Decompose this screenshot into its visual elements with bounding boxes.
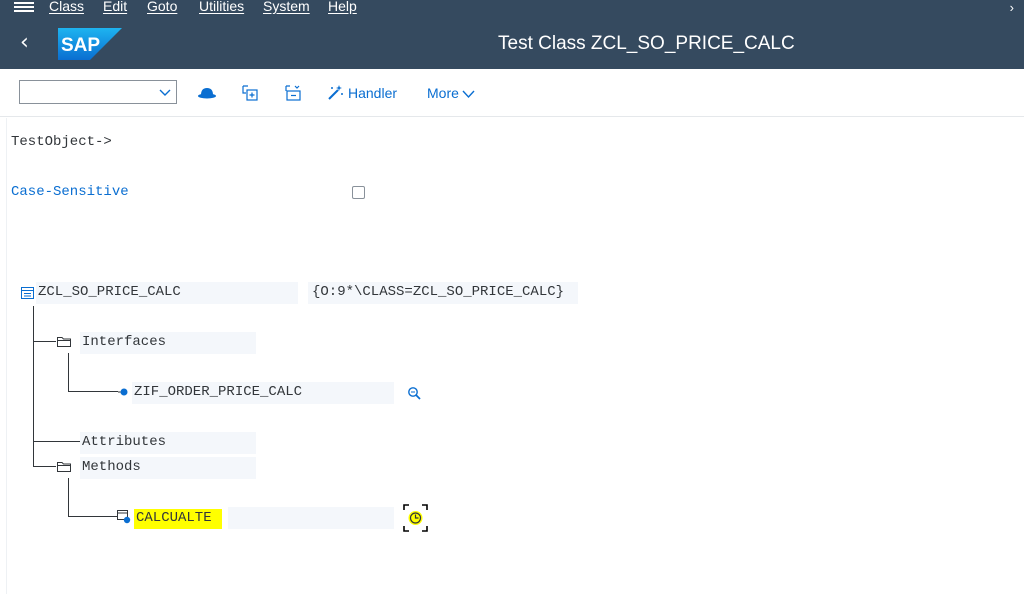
magic-wand-icon <box>328 85 343 100</box>
more-label: More <box>427 85 459 101</box>
svg-text:SAP: SAP <box>61 35 100 56</box>
chevron-down-icon[interactable] <box>158 85 172 99</box>
tree-root-ref: {O:9*\CLASS=ZCL_SO_PRICE_CALC} <box>312 284 565 300</box>
chevron-down-icon <box>462 90 475 99</box>
test-object-label: TestObject-> <box>11 134 112 150</box>
tree-attributes-label[interactable]: Attributes <box>82 434 166 450</box>
chevron-right-icon[interactable]: › <box>1010 0 1014 15</box>
hat-icon[interactable] <box>197 83 217 103</box>
folder-icon[interactable] <box>57 461 71 472</box>
tree-node-row <box>228 507 394 529</box>
content-area: TestObject-> Case-Sensitive ZCL_SO_PRICE… <box>0 118 1024 594</box>
tree-connector <box>33 441 81 442</box>
menu-bar: Class Edit Goto Utilities System Help › <box>0 0 1024 17</box>
tree-connector <box>68 478 69 517</box>
menu-goto[interactable]: Goto <box>147 0 177 14</box>
expand-subtree-icon[interactable] <box>240 83 260 103</box>
interface-icon <box>118 388 128 396</box>
menu-system[interactable]: System <box>263 0 310 14</box>
tree-connector <box>33 306 34 466</box>
folder-icon[interactable] <box>57 336 71 347</box>
tree-method-item[interactable]: CALCUALTE <box>134 509 222 529</box>
magnifier-icon[interactable] <box>407 386 421 400</box>
tree-interface-item[interactable]: ZIF_ORDER_PRICE_CALC <box>134 384 302 400</box>
toolbar: Handler More <box>0 69 1024 117</box>
tree-connector <box>68 353 69 392</box>
menu-class[interactable]: Class <box>49 0 84 14</box>
title-bar: ‹ SAP Test Class ZCL_SO_PRICE_CALC <box>0 17 1024 69</box>
sap-logo: SAP <box>58 28 122 60</box>
menu-help[interactable]: Help <box>328 0 357 14</box>
tree-connector <box>33 466 56 467</box>
tree-methods-label[interactable]: Methods <box>82 459 141 475</box>
handler-label: Handler <box>348 85 398 101</box>
collapse-subtree-icon[interactable] <box>283 83 303 103</box>
menu-utilities[interactable]: Utilities <box>199 0 244 14</box>
case-sensitive-label: Case-Sensitive <box>11 184 129 200</box>
page-title: Test Class ZCL_SO_PRICE_CALC <box>498 33 795 54</box>
class-icon <box>21 287 34 299</box>
case-sensitive-checkbox[interactable] <box>352 186 365 199</box>
tree-root-label[interactable]: ZCL_SO_PRICE_CALC <box>38 284 181 300</box>
handler-button[interactable]: Handler <box>327 84 397 101</box>
clock-icon[interactable] <box>403 504 428 532</box>
tree-connector <box>68 391 118 392</box>
hamburger-menu-icon[interactable] <box>14 0 34 13</box>
tree-connector <box>33 341 56 342</box>
more-button[interactable]: More <box>427 85 475 101</box>
method-icon <box>117 510 131 524</box>
tree-interfaces-label[interactable]: Interfaces <box>82 334 166 350</box>
left-border <box>6 118 7 594</box>
tree-connector <box>68 516 118 517</box>
command-field-combo[interactable] <box>19 80 177 104</box>
menu-edit[interactable]: Edit <box>103 0 127 14</box>
back-arrow-icon[interactable]: ‹ <box>20 30 29 55</box>
